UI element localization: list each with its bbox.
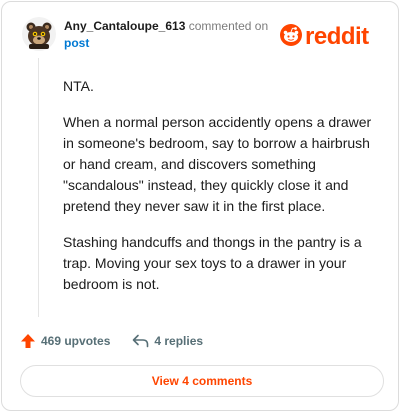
comment-actions: 469 upvotes 4 replies [20,331,203,351]
view-comments-button[interactable]: View 4 comments [20,365,384,397]
reddit-logo[interactable]: reddit [280,22,386,52]
reply-arrow-icon [132,334,149,348]
comment-paragraph: Stashing handcuffs and thongs in the pan… [63,234,362,292]
user-avatar-icon[interactable] [22,17,56,51]
upvote-arrow-icon [20,333,36,349]
comment-paragraph: NTA. [63,78,94,94]
reddit-snoo-icon [280,23,302,51]
reddit-wordmark: reddit [305,23,369,50]
thread-line[interactable] [38,58,39,317]
reply-count: 4 replies [154,334,204,348]
upvote-count: 469 upvotes [41,334,111,348]
post-link[interactable]: post [64,36,89,51]
comment-meta: Any_Cantaloupe_613 commented on [64,19,268,34]
author-username[interactable]: Any_Cantaloupe_613 [64,19,185,33]
comment-card: Any_Cantaloupe_613 commented on post red… [1,1,399,411]
comment-paragraph: When a normal person accidently opens a … [63,114,372,214]
commented-on-label: commented on [188,19,269,33]
comment-body: NTA. When a normal person accidently ope… [63,76,381,310]
upvote-button[interactable]: 469 upvotes [20,333,110,349]
reply-button[interactable]: 4 replies [132,334,203,348]
